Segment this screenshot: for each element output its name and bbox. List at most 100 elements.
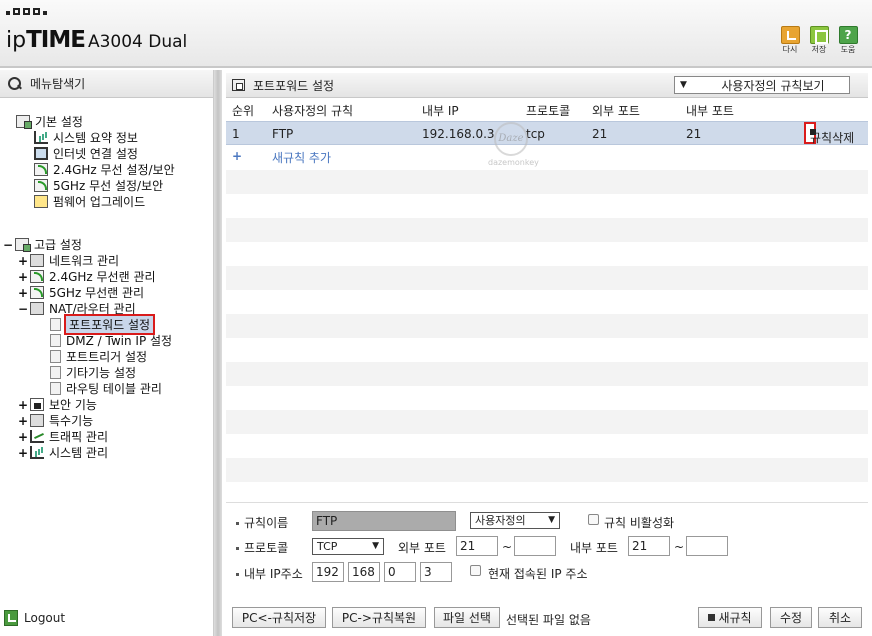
save-button[interactable]: 저장	[809, 26, 829, 55]
wifi-icon	[30, 286, 44, 299]
back-button[interactable]: 다시	[780, 26, 800, 55]
cell-external-port: 21	[592, 127, 608, 141]
external-port-to-input[interactable]	[514, 536, 556, 556]
tree-item-wlan-5[interactable]: + 5GHz 무선랜 관리	[18, 285, 144, 301]
collapse-icon[interactable]: −	[3, 238, 13, 252]
cell-rule: FTP	[272, 127, 294, 141]
help-button[interactable]: ? 도움	[838, 26, 858, 55]
tree-label: 인터넷 연결 설정	[53, 147, 138, 161]
tree-item-port-forward[interactable]: 포트포워드 설정	[50, 314, 156, 335]
table-empty-rows	[226, 170, 868, 500]
tree-item-system-summary[interactable]: 시스템 요약 정보	[34, 130, 138, 145]
tree-basic-settings[interactable]: 기본 설정	[16, 114, 83, 129]
expand-icon[interactable]: +	[18, 398, 28, 412]
new-rule-button[interactable]: 새규칙	[698, 607, 762, 628]
special-icon	[30, 414, 44, 427]
rule-type-value: 사용자정의	[475, 514, 526, 527]
tree-item-wifi-5[interactable]: 5GHz 무선 설정/보안	[34, 178, 163, 193]
page-icon	[50, 382, 61, 395]
expand-icon[interactable]: +	[18, 446, 28, 460]
external-port-from-input[interactable]: 21	[456, 536, 498, 556]
current-ip-checkbox[interactable]	[470, 565, 481, 576]
expand-icon[interactable]: +	[18, 270, 28, 284]
col-internal-port: 내부 포트	[686, 104, 734, 118]
disable-rule-label: 규칙 비활성화	[604, 516, 675, 530]
tree-item-system[interactable]: + 시스템 관리	[18, 445, 108, 461]
expand-icon[interactable]: +	[18, 414, 28, 428]
rule-type-select[interactable]: 사용자정의 ▼	[470, 512, 560, 529]
sidebar-header: 메뉴탐색기	[0, 70, 213, 98]
internal-ip-label: 내부 IP주소	[236, 565, 303, 582]
bar-chart-icon	[30, 446, 44, 459]
modify-button[interactable]: 수정	[770, 607, 812, 628]
tree-item-internet[interactable]: 인터넷 연결 설정	[34, 146, 138, 161]
tree-item-firmware[interactable]: 펌웨어 업그레이드	[34, 194, 145, 209]
ip-octet-1-input[interactable]: 192	[312, 562, 344, 582]
expand-icon[interactable]: +	[18, 254, 28, 268]
add-rule-link[interactable]: 새규칙 추가	[272, 149, 331, 166]
router-icon	[30, 302, 44, 315]
help-icon: ?	[838, 26, 858, 44]
dropdown-arrow-icon: ▼	[548, 515, 555, 525]
rule-name-input[interactable]: FTP	[312, 511, 456, 531]
sidebar: 메뉴탐색기 기본 설정 시스템 요약 정보 인터넷 연결 설정 2.4GHz 무…	[0, 70, 214, 636]
pc-restore-rules-button[interactable]: PC->규칙복원	[332, 607, 426, 628]
save-icon	[809, 26, 829, 44]
tree-item-network[interactable]: + 네트워크 관리	[18, 253, 119, 269]
rule-view-value: 사용자정의 규칙보기	[721, 78, 825, 93]
tree-label: 트래픽 관리	[49, 430, 109, 444]
cell-internal-port: 21	[686, 127, 702, 141]
folder-icon	[16, 115, 32, 129]
panel-splitter[interactable]	[214, 70, 222, 636]
cancel-button[interactable]: 취소	[818, 607, 862, 628]
table-row[interactable]: 1 FTP 192.168.0.3 tcp 21 21 규칙삭제	[226, 121, 868, 145]
magnifier-icon	[8, 76, 22, 91]
tree-item-wlan-24[interactable]: + 2.4GHz 무선랜 관리	[18, 269, 156, 285]
disable-rule-checkbox[interactable]	[588, 514, 599, 525]
tree-label: 시스템 요약 정보	[53, 131, 138, 145]
add-rule-row[interactable]: + 새규칙 추가	[226, 146, 868, 170]
tree-item-wifi-24[interactable]: 2.4GHz 무선 설정/보안	[34, 162, 175, 177]
tree-item-traffic[interactable]: + 트래픽 관리	[18, 429, 109, 445]
pc-save-rules-button[interactable]: PC<-규칙저장	[232, 607, 326, 628]
rule-view-select[interactable]: ▼ 사용자정의 규칙보기	[674, 76, 850, 94]
delete-rule-button[interactable]: 규칙삭제	[804, 122, 854, 145]
protocol-select[interactable]: TCP ▼	[312, 538, 384, 555]
tree-item-routing[interactable]: 라우팅 테이블 관리	[50, 381, 162, 396]
expand-icon[interactable]: +	[18, 430, 28, 444]
tree-advanced-settings[interactable]: − 고급 설정	[3, 237, 82, 252]
firmware-icon	[34, 195, 48, 208]
page-icon	[50, 334, 61, 347]
help-label: 도움	[840, 45, 856, 54]
expand-icon[interactable]: +	[18, 286, 28, 300]
col-rule: 사용자정의 규칙	[272, 104, 354, 118]
page-icon	[50, 366, 61, 379]
collapse-icon[interactable]: −	[18, 302, 28, 316]
tree-label: 2.4GHz 무선 설정/보안	[53, 163, 175, 177]
current-ip-label: 현재 접속된 IP 주소	[488, 567, 588, 581]
tree-label: 라우팅 테이블 관리	[66, 382, 162, 396]
tree-item-port-trigger[interactable]: 포트트리거 설정	[50, 349, 147, 364]
internal-port-to-input[interactable]	[686, 536, 728, 556]
tree-label: 고급 설정	[34, 238, 82, 252]
monitor-icon	[34, 147, 48, 160]
col-external-port: 외부 포트	[592, 104, 640, 118]
internal-port-from-input[interactable]: 21	[628, 536, 670, 556]
file-select-button[interactable]: 파일 선택	[434, 607, 500, 628]
tree-item-security[interactable]: + 보안 기능	[18, 397, 97, 413]
tree-item-special[interactable]: + 특수기능	[18, 413, 93, 429]
ip-octet-2-input[interactable]: 168	[348, 562, 380, 582]
col-internal-ip: 내부 IP	[422, 104, 459, 118]
cell-rank: 1	[232, 127, 240, 141]
tree-item-misc[interactable]: 기타기능 설정	[50, 365, 136, 380]
ip-octet-3-input[interactable]: 0	[384, 562, 416, 582]
logout-label: Logout	[24, 611, 66, 625]
wifi-icon	[34, 163, 48, 176]
brand-prefix: ip	[6, 28, 27, 53]
internal-port-label: 내부 포트	[570, 541, 618, 555]
ip-octet-4-input[interactable]: 3	[420, 562, 452, 582]
tree-item-dmz[interactable]: DMZ / Twin IP 설정	[50, 333, 172, 348]
logout-link[interactable]: Logout	[4, 610, 65, 626]
delete-rule-label: 규칙삭제	[810, 131, 855, 145]
rule-form: 규칙이름 FTP 사용자정의 ▼ 규칙 비활성화 프로토콜 TCP ▼ 외부 포…	[226, 502, 868, 636]
